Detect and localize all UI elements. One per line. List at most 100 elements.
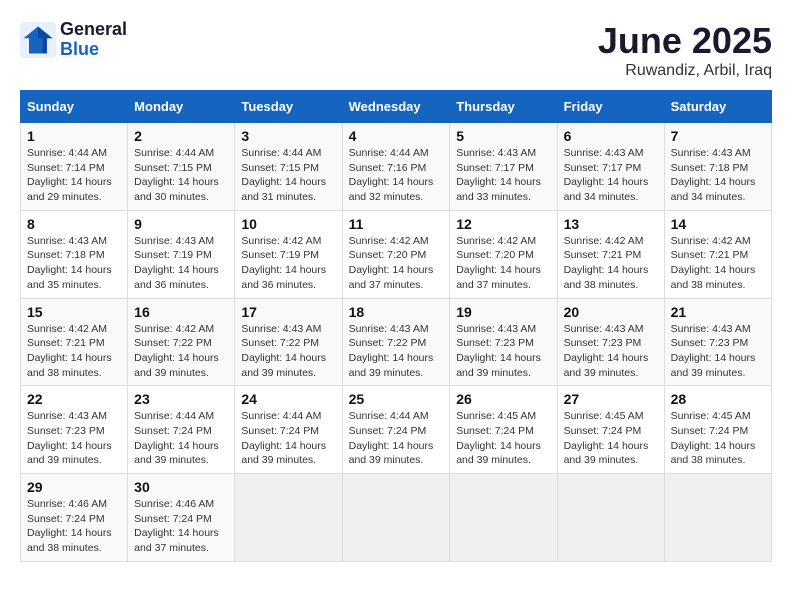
day-number: 7 (671, 128, 765, 144)
calendar-cell: 12Sunrise: 4:42 AMSunset: 7:20 PMDayligh… (450, 210, 557, 298)
day-info: Sunrise: 4:43 AMSunset: 7:17 PMDaylight:… (564, 147, 649, 203)
day-info: Sunrise: 4:42 AMSunset: 7:19 PMDaylight:… (241, 235, 326, 291)
day-info: Sunrise: 4:44 AMSunset: 7:24 PMDaylight:… (134, 410, 219, 466)
day-info: Sunrise: 4:43 AMSunset: 7:18 PMDaylight:… (27, 235, 112, 291)
logo-blue: Blue (60, 40, 127, 60)
day-number: 13 (564, 216, 658, 232)
calendar-cell: 21Sunrise: 4:43 AMSunset: 7:23 PMDayligh… (664, 298, 771, 386)
calendar-cell (450, 474, 557, 562)
day-number: 17 (241, 304, 335, 320)
col-wednesday: Wednesday (342, 91, 450, 123)
calendar-cell (342, 474, 450, 562)
week-row-0: 1Sunrise: 4:44 AMSunset: 7:14 PMDaylight… (21, 123, 772, 211)
day-number: 28 (671, 391, 765, 407)
day-info: Sunrise: 4:44 AMSunset: 7:14 PMDaylight:… (27, 147, 112, 203)
calendar-cell: 4 Sunrise: 4:44 AMSunset: 7:16 PMDaylight… (342, 123, 450, 211)
calendar-cell: 23 Sunrise: 4:44 AMSunset: 7:24 PMDayligh… (128, 386, 235, 474)
calendar-cell: 11Sunrise: 4:42 AMSunset: 7:20 PMDayligh… (342, 210, 450, 298)
day-info: Sunrise: 4:43 AMSunset: 7:22 PMDaylight:… (241, 323, 326, 379)
day-number: 20 (564, 304, 658, 320)
week-row-4: 29 Sunrise: 4:46 AMSunset: 7:24 PMDayligh… (21, 474, 772, 562)
day-number: 27 (564, 391, 658, 407)
calendar-cell: 6 Sunrise: 4:43 AMSunset: 7:17 PMDaylight… (557, 123, 664, 211)
day-info: Sunrise: 4:44 AMSunset: 7:15 PMDaylight:… (134, 147, 219, 203)
day-number: 6 (564, 128, 658, 144)
day-number: 11 (349, 216, 444, 232)
week-row-3: 22 Sunrise: 4:43 AMSunset: 7:23 PMDayligh… (21, 386, 772, 474)
day-info: Sunrise: 4:44 AMSunset: 7:24 PMDaylight:… (349, 410, 434, 466)
day-info: Sunrise: 4:42 AMSunset: 7:21 PMDaylight:… (27, 323, 112, 379)
day-info: Sunrise: 4:43 AMSunset: 7:23 PMDaylight:… (27, 410, 112, 466)
calendar-cell: 27 Sunrise: 4:45 AMSunset: 7:24 PMDayligh… (557, 386, 664, 474)
day-number: 5 (456, 128, 550, 144)
day-number: 9 (134, 216, 228, 232)
day-number: 4 (349, 128, 444, 144)
day-number: 18 (349, 304, 444, 320)
calendar-cell: 30Sunrise: 4:46 AMSunset: 7:24 PMDayligh… (128, 474, 235, 562)
calendar-cell: 15 Sunrise: 4:42 AMSunset: 7:21 PMDayligh… (21, 298, 128, 386)
day-number: 26 (456, 391, 550, 407)
day-number: 24 (241, 391, 335, 407)
day-number: 22 (27, 391, 121, 407)
calendar-cell (557, 474, 664, 562)
day-number: 14 (671, 216, 765, 232)
day-number: 29 (27, 479, 121, 495)
logo-general: General (60, 20, 127, 40)
calendar-cell (664, 474, 771, 562)
calendar-cell: 13 Sunrise: 4:42 AMSunset: 7:21 PMDayligh… (557, 210, 664, 298)
calendar-cell: 25 Sunrise: 4:44 AMSunset: 7:24 PMDayligh… (342, 386, 450, 474)
calendar-cell: 7Sunrise: 4:43 AMSunset: 7:18 PMDaylight… (664, 123, 771, 211)
col-tuesday: Tuesday (235, 91, 342, 123)
calendar-cell: 10 Sunrise: 4:42 AMSunset: 7:19 PMDayligh… (235, 210, 342, 298)
calendar-cell: 22 Sunrise: 4:43 AMSunset: 7:23 PMDayligh… (21, 386, 128, 474)
calendar-cell: 19Sunrise: 4:43 AMSunset: 7:23 PMDayligh… (450, 298, 557, 386)
col-friday: Friday (557, 91, 664, 123)
day-number: 3 (241, 128, 335, 144)
day-info: Sunrise: 4:46 AMSunset: 7:24 PMDaylight:… (27, 498, 112, 554)
calendar-cell: 18Sunrise: 4:43 AMSunset: 7:22 PMDayligh… (342, 298, 450, 386)
calendar-cell: 3Sunrise: 4:44 AMSunset: 7:15 PMDaylight… (235, 123, 342, 211)
title-area: June 2025 Ruwandiz, Arbil, Iraq (598, 20, 772, 80)
calendar-cell: 1Sunrise: 4:44 AMSunset: 7:14 PMDaylight… (21, 123, 128, 211)
calendar-cell: 17 Sunrise: 4:43 AMSunset: 7:22 PMDayligh… (235, 298, 342, 386)
day-info: Sunrise: 4:45 AMSunset: 7:24 PMDaylight:… (564, 410, 649, 466)
calendar-table: Sunday Monday Tuesday Wednesday Thursday… (20, 90, 772, 562)
calendar-cell: 14 Sunrise: 4:42 AMSunset: 7:21 PMDayligh… (664, 210, 771, 298)
day-number: 15 (27, 304, 121, 320)
week-row-1: 8 Sunrise: 4:43 AMSunset: 7:18 PMDaylight… (21, 210, 772, 298)
calendar-title: June 2025 (598, 20, 772, 62)
day-number: 23 (134, 391, 228, 407)
calendar-cell (235, 474, 342, 562)
day-info: Sunrise: 4:42 AMSunset: 7:22 PMDaylight:… (134, 323, 219, 379)
day-info: Sunrise: 4:43 AMSunset: 7:19 PMDaylight:… (134, 235, 219, 291)
day-info: Sunrise: 4:43 AMSunset: 7:23 PMDaylight:… (456, 323, 541, 379)
col-saturday: Saturday (664, 91, 771, 123)
col-monday: Monday (128, 91, 235, 123)
col-thursday: Thursday (450, 91, 557, 123)
header-row: Sunday Monday Tuesday Wednesday Thursday… (21, 91, 772, 123)
day-info: Sunrise: 4:42 AMSunset: 7:21 PMDaylight:… (564, 235, 649, 291)
day-number: 10 (241, 216, 335, 232)
day-number: 8 (27, 216, 121, 232)
col-sunday: Sunday (21, 91, 128, 123)
calendar-subtitle: Ruwandiz, Arbil, Iraq (598, 62, 772, 80)
day-info: Sunrise: 4:44 AMSunset: 7:24 PMDaylight:… (241, 410, 326, 466)
week-row-2: 15 Sunrise: 4:42 AMSunset: 7:21 PMDayligh… (21, 298, 772, 386)
calendar-cell: 8 Sunrise: 4:43 AMSunset: 7:18 PMDaylight… (21, 210, 128, 298)
header: General Blue June 2025 Ruwandiz, Arbil, … (20, 20, 772, 80)
logo-icon (20, 22, 56, 58)
day-number: 30 (134, 479, 228, 495)
calendar-cell: 2Sunrise: 4:44 AMSunset: 7:15 PMDaylight… (128, 123, 235, 211)
day-info: Sunrise: 4:44 AMSunset: 7:16 PMDaylight:… (349, 147, 434, 203)
calendar-cell: 26 Sunrise: 4:45 AMSunset: 7:24 PMDayligh… (450, 386, 557, 474)
day-info: Sunrise: 4:43 AMSunset: 7:17 PMDaylight:… (456, 147, 541, 203)
day-info: Sunrise: 4:45 AMSunset: 7:24 PMDaylight:… (456, 410, 541, 466)
calendar-cell: 29 Sunrise: 4:46 AMSunset: 7:24 PMDayligh… (21, 474, 128, 562)
day-info: Sunrise: 4:42 AMSunset: 7:20 PMDaylight:… (456, 235, 541, 291)
day-info: Sunrise: 4:43 AMSunset: 7:23 PMDaylight:… (564, 323, 649, 379)
day-number: 21 (671, 304, 765, 320)
day-info: Sunrise: 4:42 AMSunset: 7:21 PMDaylight:… (671, 235, 756, 291)
calendar-cell: 20 Sunrise: 4:43 AMSunset: 7:23 PMDayligh… (557, 298, 664, 386)
day-number: 25 (349, 391, 444, 407)
logo-text: General Blue (60, 20, 127, 60)
